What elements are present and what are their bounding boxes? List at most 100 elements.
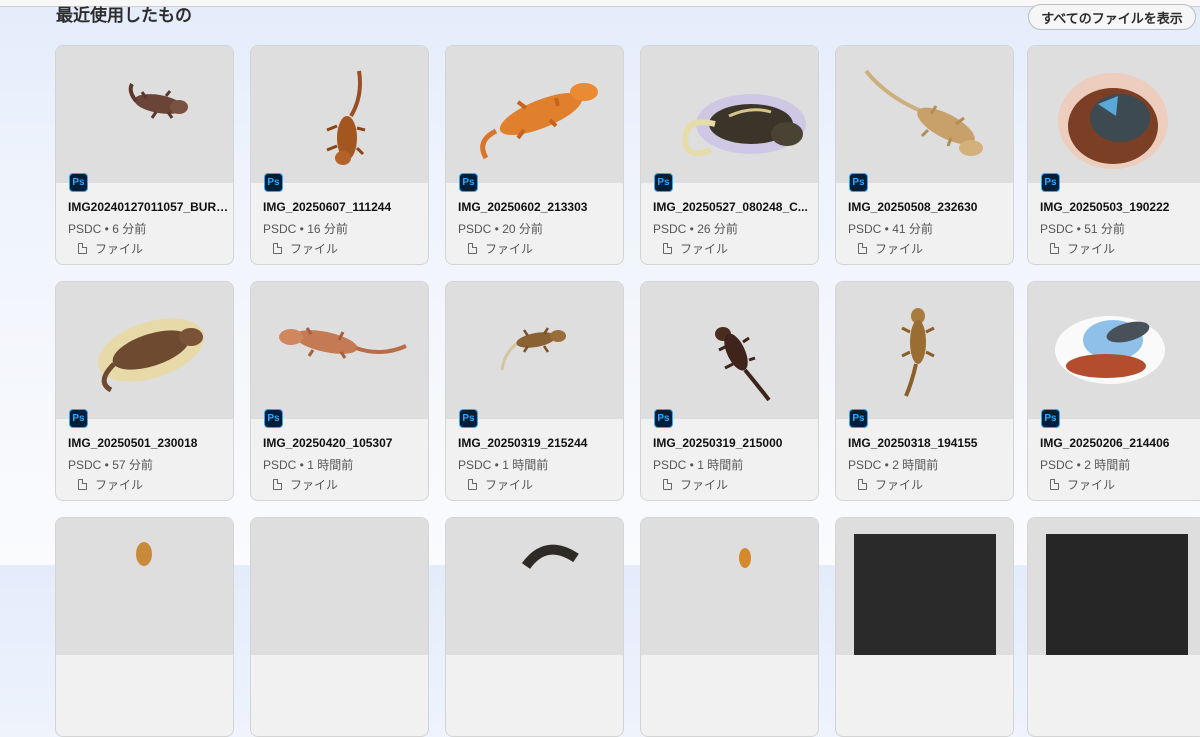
file-card[interactable] <box>1027 517 1200 737</box>
file-thumbnail <box>251 46 428 183</box>
photoshop-icon: Ps <box>69 173 88 192</box>
file-type: ファイル <box>78 240 143 257</box>
document-icon <box>78 243 87 254</box>
file-type: ファイル <box>78 476 143 493</box>
file-type-label: ファイル <box>1067 478 1116 492</box>
file-card[interactable]: Ps IMG_20250602_213303 PSDC • 20 分前 ファイル <box>445 45 624 265</box>
file-card[interactable]: Ps IMG20240127011057_BURST00 PSDC • 6 分前… <box>55 45 234 265</box>
file-card[interactable]: Ps IMG_20250501_230018 PSDC • 57 分前 ファイル <box>55 281 234 501</box>
file-type: ファイル <box>1050 476 1115 493</box>
photoshop-icon: Ps <box>1041 409 1060 428</box>
file-thumbnail <box>56 518 233 655</box>
file-card[interactable] <box>835 517 1014 737</box>
file-name: IMG_20250508_232630 <box>848 200 978 214</box>
file-thumbnail <box>1028 46 1200 183</box>
file-card[interactable]: Ps IMG_20250508_232630 PSDC • 41 分前 ファイル <box>835 45 1014 265</box>
file-type: ファイル <box>858 476 923 493</box>
file-name: IMG_20250501_230018 <box>68 436 198 450</box>
file-card[interactable]: Ps IMG_20250607_111244 PSDC • 16 分前 ファイル <box>250 45 429 265</box>
file-type-label: ファイル <box>290 478 339 492</box>
file-type: ファイル <box>468 240 533 257</box>
file-type: ファイル <box>663 476 728 493</box>
file-meta: PSDC • 1 時間前 <box>458 458 549 472</box>
file-meta: PSDC • 26 分前 <box>653 222 738 236</box>
document-icon <box>273 479 282 490</box>
photoshop-icon: Ps <box>264 173 283 192</box>
file-type: ファイル <box>858 240 923 257</box>
file-card[interactable]: Ps IMG_20250206_214406 PSDC • 2 時間前 ファイル <box>1027 281 1200 501</box>
file-type-label: ファイル <box>875 242 924 256</box>
file-card[interactable] <box>640 517 819 737</box>
section-title: 最近使用したもの <box>56 6 192 25</box>
file-type-label: ファイル <box>1067 242 1116 256</box>
file-name: IMG_20250319_215000 <box>653 436 783 450</box>
file-name: IMG_20250503_190222 <box>1040 200 1170 214</box>
file-type-label: ファイル <box>680 242 729 256</box>
file-card[interactable]: Ps IMG_20250318_194155 PSDC • 2 時間前 ファイル <box>835 281 1014 501</box>
file-thumbnail <box>56 46 233 183</box>
file-name: IMG20240127011057_BURST00 <box>68 200 230 214</box>
document-icon <box>858 479 867 490</box>
file-name: IMG_20250206_214406 <box>1040 436 1170 450</box>
file-card[interactable] <box>445 517 624 737</box>
file-meta: PSDC • 51 分前 <box>1040 222 1125 236</box>
file-thumbnail <box>446 282 623 419</box>
view-all-files-button[interactable]: すべてのファイルを表示 <box>1028 4 1196 30</box>
file-name: IMG_20250607_111244 <box>263 200 392 214</box>
file-type-label: ファイル <box>95 242 144 256</box>
photoshop-icon: Ps <box>459 173 478 192</box>
file-type: ファイル <box>468 476 533 493</box>
photoshop-icon: Ps <box>849 409 868 428</box>
file-thumbnail <box>641 46 818 183</box>
file-type-label: ファイル <box>485 478 534 492</box>
file-meta: PSDC • 1 時間前 <box>263 458 354 472</box>
file-meta: PSDC • 57 分前 <box>68 458 153 472</box>
photoshop-icon: Ps <box>459 409 478 428</box>
file-type-label: ファイル <box>680 478 729 492</box>
file-card[interactable]: Ps IMG_20250319_215000 PSDC • 1 時間前 ファイル <box>640 281 819 501</box>
document-icon <box>663 243 672 254</box>
photoshop-icon: Ps <box>654 409 673 428</box>
file-name: IMG_20250318_194155 <box>848 436 978 450</box>
file-thumbnail <box>251 282 428 419</box>
file-meta: PSDC • 20 分前 <box>458 222 543 236</box>
file-thumbnail <box>251 518 428 655</box>
file-meta: PSDC • 41 分前 <box>848 222 933 236</box>
photoshop-icon: Ps <box>264 409 283 428</box>
file-type: ファイル <box>663 240 728 257</box>
document-icon <box>1050 479 1059 490</box>
file-card[interactable]: Ps IMG_20250503_190222 PSDC • 51 分前 ファイル <box>1027 45 1200 265</box>
file-meta: PSDC • 2 時間前 <box>1040 458 1131 472</box>
document-icon <box>858 243 867 254</box>
photoshop-icon: Ps <box>1041 173 1060 192</box>
file-card[interactable] <box>250 517 429 737</box>
file-thumbnail <box>836 518 1013 655</box>
photoshop-icon: Ps <box>654 173 673 192</box>
file-name: IMG_20250319_215244 <box>458 436 588 450</box>
file-card[interactable]: Ps IMG_20250527_080248_C... PSDC • 26 分前… <box>640 45 819 265</box>
document-icon <box>468 243 477 254</box>
file-meta: PSDC • 2 時間前 <box>848 458 939 472</box>
file-meta: PSDC • 16 分前 <box>263 222 348 236</box>
file-name: IMG_20250527_080248_C... <box>653 200 808 214</box>
file-name: IMG_20250602_213303 <box>458 200 588 214</box>
photoshop-icon: Ps <box>69 409 88 428</box>
file-thumbnail <box>641 518 818 655</box>
file-thumbnail <box>1028 282 1200 419</box>
file-thumbnail <box>836 46 1013 183</box>
document-icon <box>78 479 87 490</box>
file-thumbnail <box>641 282 818 419</box>
file-type: ファイル <box>273 240 338 257</box>
file-card[interactable] <box>55 517 234 737</box>
file-card[interactable]: Ps IMG_20250319_215244 PSDC • 1 時間前 ファイル <box>445 281 624 501</box>
file-thumbnail <box>446 518 623 655</box>
document-icon <box>663 479 672 490</box>
document-icon <box>1050 243 1059 254</box>
file-thumbnail <box>56 282 233 419</box>
file-card[interactable]: Ps IMG_20250420_105307 PSDC • 1 時間前 ファイル <box>250 281 429 501</box>
file-type-label: ファイル <box>875 478 924 492</box>
document-icon <box>273 243 282 254</box>
file-type-label: ファイル <box>485 242 534 256</box>
file-type: ファイル <box>273 476 338 493</box>
file-type-label: ファイル <box>95 478 144 492</box>
